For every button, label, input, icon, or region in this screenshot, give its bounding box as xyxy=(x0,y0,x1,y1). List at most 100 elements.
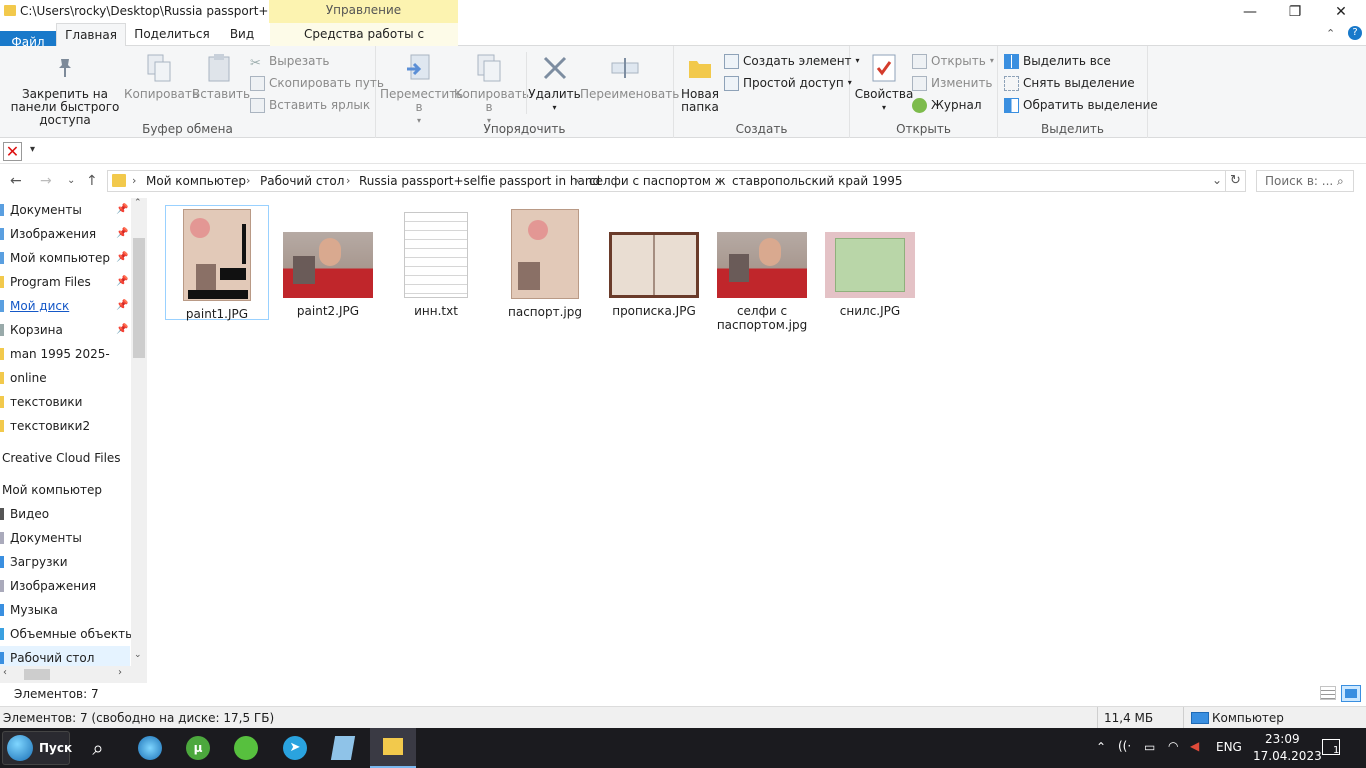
nav-item[interactable]: man 1995 2025- xyxy=(0,342,130,366)
easy-access-button[interactable]: Простой доступ ▾ xyxy=(724,73,852,93)
nav-item[interactable]: Мой диск 📌 xyxy=(0,294,130,318)
file-item[interactable]: инн.txt xyxy=(384,206,488,318)
tab-share[interactable]: Поделиться xyxy=(128,23,216,46)
breadcrumb-chevron-icon[interactable]: › xyxy=(346,174,350,187)
help-icon[interactable]: ? xyxy=(1348,26,1362,40)
nav-item[interactable]: Program Files 📌 xyxy=(0,270,130,294)
hscroll-thumb[interactable] xyxy=(24,669,50,680)
nav-item[interactable]: Музыка xyxy=(0,598,130,622)
move-to-button[interactable]: Переместить в ▾ xyxy=(380,52,463,127)
paste-button[interactable]: Вставить xyxy=(192,52,250,101)
start-button[interactable]: Пуск xyxy=(2,731,72,765)
battery-icon[interactable]: ▭ xyxy=(1144,740,1155,754)
notification-icon[interactable]: 1 xyxy=(1322,739,1340,756)
nav-item[interactable]: текстовики xyxy=(0,390,130,414)
nav-item[interactable]: Документы xyxy=(0,526,130,550)
select-all-button[interactable]: Выделить все xyxy=(1004,51,1111,71)
nav-item[interactable]: Объемные объекты xyxy=(0,622,135,646)
breadcrumb-item[interactable]: Мой компьютер xyxy=(146,174,246,188)
nav-horizontal-scrollbar[interactable]: ‹ › xyxy=(0,666,147,683)
refresh-icon[interactable]: ↻ xyxy=(1226,170,1246,192)
scroll-down-icon[interactable]: ⌄ xyxy=(134,650,142,660)
cut-button[interactable]: ✂ Вырезать xyxy=(250,51,330,71)
copy-button[interactable]: Копировать xyxy=(124,52,199,101)
nav-item[interactable]: Мой компьютер 📌 xyxy=(0,246,130,270)
address-bar[interactable]: › Мой компьютер › Рабочий стол › Russia … xyxy=(107,170,1226,192)
search-input[interactable]: Поиск в: ... ⌕ xyxy=(1256,170,1354,192)
file-item[interactable]: селфи с паспортом.jpg xyxy=(710,206,814,332)
file-item[interactable]: прописка.JPG xyxy=(602,206,706,318)
nav-item[interactable]: online xyxy=(0,366,130,390)
utorrent-icon[interactable]: µ xyxy=(182,732,214,764)
minimize-button[interactable]: — xyxy=(1227,0,1273,23)
nav-item[interactable]: Мой компьютер xyxy=(0,478,130,502)
copy-to-button[interactable]: Копировать в ▾ xyxy=(454,52,529,127)
clock-date[interactable]: 17.04.2023 xyxy=(1253,749,1322,763)
breadcrumb-item[interactable]: селфи с паспортом ж xyxy=(589,174,726,188)
scroll-up-icon[interactable]: ⌃ xyxy=(134,198,142,208)
breadcrumb-item[interactable]: ставропольский край 1995 xyxy=(732,174,903,188)
tab-picture-tools[interactable]: Средства работы с рисунками xyxy=(270,23,458,64)
rename-button[interactable]: Переименовать xyxy=(580,52,679,101)
nav-item[interactable]: Видео xyxy=(0,502,130,526)
volume-muted-icon[interactable]: ◀ xyxy=(1190,739,1199,753)
invert-selection-button[interactable]: Обратить выделение xyxy=(1004,95,1158,115)
customize-toolbar-icon[interactable]: ▾ xyxy=(30,144,35,155)
pin-quick-access-button[interactable]: Закрепить на панели быстрого доступа xyxy=(4,52,126,127)
scroll-right-icon[interactable]: › xyxy=(118,667,122,678)
file-item[interactable]: paint1.JPG xyxy=(165,205,269,321)
history-button[interactable]: Журнал xyxy=(912,95,982,115)
back-arrow-icon[interactable]: ← xyxy=(10,173,22,189)
telegram-icon[interactable]: ➤ xyxy=(279,732,311,764)
taskbar-explorer-button[interactable] xyxy=(370,728,416,768)
nav-item[interactable]: Корзина 📌 xyxy=(0,318,130,342)
breadcrumb-item[interactable]: Рабочий стол xyxy=(260,174,344,188)
up-arrow-icon[interactable]: ↑ xyxy=(86,173,98,189)
nav-item[interactable]: Creative Cloud Files xyxy=(0,446,130,470)
forward-arrow-icon[interactable]: → xyxy=(40,173,52,189)
address-dropdown-icon[interactable]: ⌄ xyxy=(1212,173,1222,187)
chevron-up-icon[interactable]: ⌃ xyxy=(1326,27,1335,40)
language-indicator[interactable]: ENG xyxy=(1216,740,1242,754)
nav-item[interactable]: Документы 📌 xyxy=(0,198,130,222)
breadcrumb-chevron-icon[interactable]: › xyxy=(132,174,136,187)
nav-item[interactable]: Рабочий стол xyxy=(0,646,130,666)
breadcrumb-item[interactable]: Russia passport+selfie passport in hand xyxy=(359,174,600,188)
breadcrumb-chevron-icon[interactable]: › xyxy=(718,174,722,187)
new-item-button[interactable]: Создать элемент ▾ xyxy=(724,51,860,71)
search-icon[interactable]: ⌕ xyxy=(82,732,114,764)
delete-quick-icon[interactable]: ✕ xyxy=(3,142,22,161)
nav-item[interactable]: Изображения 📌 xyxy=(0,222,130,246)
browser-icon[interactable] xyxy=(134,732,166,764)
notepad-icon[interactable] xyxy=(327,732,359,764)
close-button[interactable]: ✕ xyxy=(1318,0,1364,23)
nav-item[interactable]: текстовики2 xyxy=(0,414,130,438)
breadcrumb-chevron-icon[interactable]: › xyxy=(575,174,579,187)
maximize-button[interactable]: ❐ xyxy=(1272,0,1318,23)
wifi-icon[interactable]: ◠ xyxy=(1168,739,1178,753)
file-item[interactable]: паспорт.jpg xyxy=(493,206,597,319)
scroll-left-icon[interactable]: ‹ xyxy=(3,667,7,678)
icq-icon[interactable] xyxy=(230,732,262,764)
clock-time[interactable]: 23:09 xyxy=(1265,732,1300,746)
new-folder-button[interactable]: Новая папка xyxy=(678,52,722,114)
properties-button[interactable]: Свойства ▾ xyxy=(854,52,914,114)
copy-path-button[interactable]: Скопировать путь xyxy=(250,73,384,93)
tab-home[interactable]: Главная xyxy=(56,23,126,47)
tab-view[interactable]: Вид xyxy=(218,23,266,46)
edit-button[interactable]: Изменить xyxy=(912,73,993,93)
details-view-icon[interactable] xyxy=(1320,686,1336,700)
select-none-button[interactable]: Снять выделение xyxy=(1004,73,1135,93)
network-icon[interactable]: ((· xyxy=(1118,739,1131,753)
delete-button[interactable]: Удалить ▾ xyxy=(526,52,582,114)
file-item[interactable]: снилс.JPG xyxy=(818,206,922,318)
recent-chevron-icon[interactable]: ⌄ xyxy=(67,175,75,186)
large-icons-view-icon[interactable] xyxy=(1341,685,1361,702)
open-button[interactable]: Открыть ▾ xyxy=(912,51,994,71)
nav-item[interactable]: Загрузки xyxy=(0,550,130,574)
paste-shortcut-button[interactable]: Вставить ярлык xyxy=(250,95,370,115)
breadcrumb-chevron-icon[interactable]: › xyxy=(246,174,250,187)
nav-item[interactable]: Изображения xyxy=(0,574,130,598)
nav-scroll-thumb[interactable] xyxy=(133,238,145,358)
tray-expand-icon[interactable]: ⌃ xyxy=(1096,740,1106,754)
